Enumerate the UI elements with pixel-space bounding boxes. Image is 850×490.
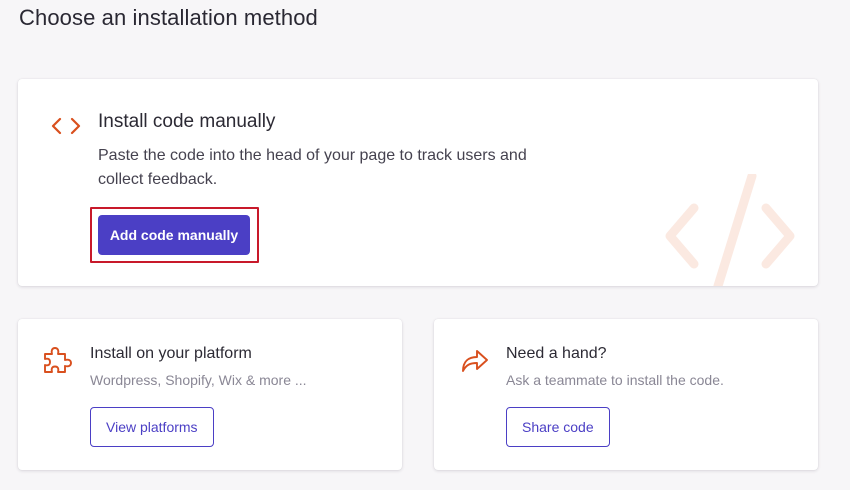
install-manually-description: Paste the code into the head of your pag… bbox=[98, 147, 527, 188]
page-title: Choose an installation method bbox=[19, 5, 318, 30]
code-brackets-icon bbox=[51, 117, 81, 135]
install-manually-card: Install code manually Paste the code int… bbox=[18, 79, 818, 286]
install-platform-description: Wordpress, Shopify, Wix & more ... bbox=[90, 372, 307, 388]
need-a-hand-title: Need a hand? bbox=[506, 345, 607, 362]
view-platforms-button[interactable]: View platforms bbox=[90, 407, 214, 447]
need-a-hand-description: Ask a teammate to install the code. bbox=[506, 372, 724, 388]
code-slash-icon bbox=[665, 174, 795, 286]
install-platform-card: Install on your platform Wordpress, Shop… bbox=[18, 319, 402, 470]
need-a-hand-card: Need a hand? Ask a teammate to install t… bbox=[434, 319, 818, 470]
share-code-button[interactable]: Share code bbox=[506, 407, 610, 447]
install-platform-title: Install on your platform bbox=[90, 345, 252, 362]
share-arrow-icon bbox=[462, 350, 488, 372]
add-code-manually-button[interactable]: Add code manually bbox=[98, 215, 250, 255]
install-manually-title: Install code manually bbox=[98, 111, 276, 132]
puzzle-piece-icon bbox=[44, 347, 72, 373]
